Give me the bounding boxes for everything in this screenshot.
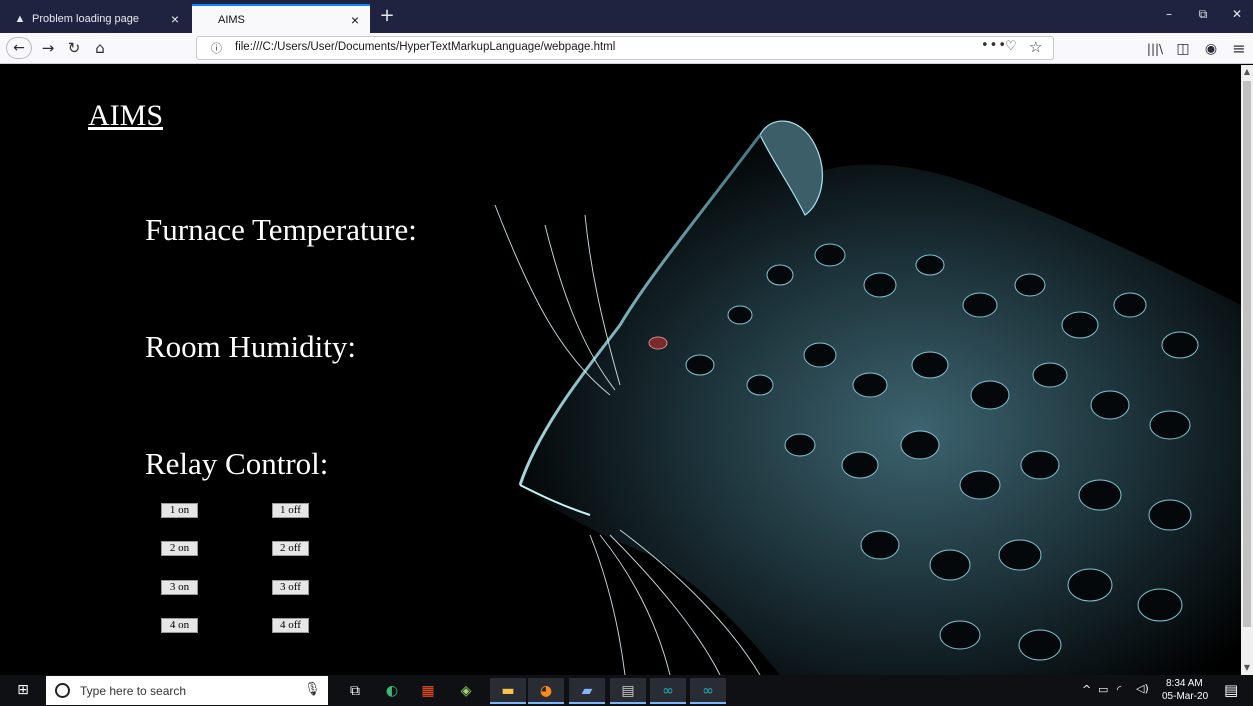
windows-taskbar: ⊞ Type here to search 🎙 ⧉ ◐ ▦ ◈ ▬ ◕ ▰ ▤ … (0, 675, 1253, 706)
room-humidity-label: Room Humidity: (145, 329, 356, 364)
file-explorer-icon[interactable]: ▬ (490, 678, 526, 704)
battery-icon[interactable]: ▭ (1098, 683, 1108, 696)
account-icon[interactable]: ◉ (1200, 38, 1222, 60)
task-view-icon[interactable]: ⧉ (337, 678, 373, 704)
relay-2-off-button[interactable]: 2 off (272, 541, 309, 556)
tab-problem-loading[interactable]: ▲ Problem loading page × (6, 4, 190, 33)
notification-icon[interactable]: ▤ (1224, 681, 1238, 699)
pocket-icon[interactable]: ♡ (1005, 39, 1017, 54)
relay-4-on-button[interactable]: 4 on (161, 618, 198, 633)
home-button[interactable]: ⌂ (88, 37, 112, 59)
search-placeholder: Type here to search (80, 684, 187, 698)
wifi-icon[interactable]: ◜ (1117, 683, 1121, 696)
close-window-button[interactable]: ✕ (1220, 0, 1253, 28)
clock-time[interactable]: 8:34 AM (1166, 678, 1203, 689)
browser-tab-bar: ▲ Problem loading page × AIMS × + – ⧉ ✕ (0, 0, 1253, 33)
new-tab-button[interactable]: + (376, 5, 398, 27)
back-button[interactable]: ← (6, 37, 32, 59)
info-icon[interactable]: ⓘ (211, 40, 222, 56)
tab-aims[interactable]: AIMS × (192, 4, 370, 33)
calculator-icon[interactable]: ▤ (610, 678, 646, 704)
tab-title: AIMS (218, 13, 245, 26)
browser-nav-bar: ← → ↻ ⌂ ⓘ file:///C:/Users/User/Document… (0, 33, 1253, 64)
minimize-button[interactable]: – (1152, 0, 1186, 28)
close-tab-icon[interactable]: × (346, 12, 364, 28)
taskbar-search-input[interactable]: Type here to search 🎙 (46, 676, 328, 705)
tray-chevron-icon[interactable]: ^ (1082, 683, 1091, 696)
edge-browser-icon[interactable]: ◐ (374, 678, 410, 704)
sidebar-icon[interactable]: ◫ (1172, 38, 1194, 60)
scroll-thumb[interactable] (1243, 81, 1251, 627)
volume-icon[interactable]: ◁) (1136, 682, 1149, 695)
paint-icon[interactable]: ◈ (448, 678, 484, 704)
reload-button[interactable]: ↻ (62, 37, 86, 59)
scroll-down-arrow-icon[interactable]: ▼ (1241, 661, 1253, 675)
warning-icon: ▲ (14, 12, 26, 25)
relay-3-on-button[interactable]: 3 on (161, 580, 198, 595)
page-actions-icon[interactable]: ••• (981, 38, 1007, 53)
relay-1-off-button[interactable]: 1 off (272, 503, 309, 518)
arduino-icon[interactable]: ∞ (650, 678, 686, 704)
relay-2-on-button[interactable]: 2 on (161, 541, 198, 556)
cortana-icon (55, 683, 70, 698)
notepad-icon[interactable]: ▰ (569, 678, 605, 704)
relay-control-label: Relay Control: (145, 446, 329, 481)
microphone-icon[interactable]: 🎙 (304, 682, 321, 697)
page-viewport: AIMS Furnace Temperature: Room Humidity:… (0, 65, 1241, 675)
relay-3-off-button[interactable]: 3 off (272, 580, 309, 595)
relay-4-off-button[interactable]: 4 off (272, 618, 309, 633)
hamburger-menu-icon[interactable]: ≡ (1228, 38, 1250, 60)
windows-start-icon[interactable]: ⊞ (0, 675, 46, 706)
site-title-link[interactable]: AIMS (88, 99, 163, 133)
forward-button[interactable]: → (36, 37, 60, 59)
close-tab-icon[interactable]: × (166, 11, 184, 27)
library-icon[interactable]: |||\ (1144, 38, 1166, 60)
store-icon[interactable]: ▦ (410, 678, 446, 704)
arduino-icon[interactable]: ∞ (690, 678, 726, 704)
maximize-button[interactable]: ⧉ (1186, 0, 1220, 28)
furnace-temperature-label: Furnace Temperature: (145, 212, 417, 247)
vertical-scrollbar[interactable]: ▲ ▼ (1241, 65, 1253, 675)
relay-1-on-button[interactable]: 1 on (161, 503, 198, 518)
tab-title: Problem loading page (32, 12, 140, 25)
firefox-icon[interactable]: ◕ (528, 678, 564, 704)
url-bar[interactable]: ⓘ file:///C:/Users/User/Documents/HyperT… (196, 36, 1054, 60)
clock-date[interactable]: 05-Mar-20 (1162, 691, 1208, 702)
url-text[interactable]: file:///C:/Users/User/Documents/HyperTex… (235, 41, 615, 53)
bookmark-star-icon[interactable]: ☆ (1029, 38, 1042, 56)
scroll-up-arrow-icon[interactable]: ▲ (1241, 65, 1253, 79)
